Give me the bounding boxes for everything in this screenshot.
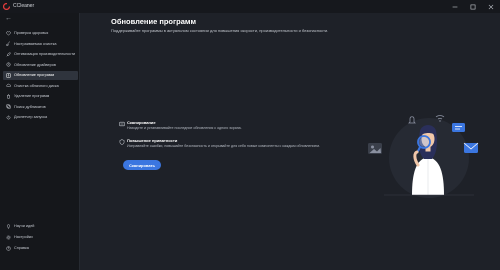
help-icon <box>6 246 11 251</box>
scan-button[interactable]: Сканировать <box>123 160 161 170</box>
sidebar: ← Проверка здоровья Настраиваемая очистк… <box>0 13 80 270</box>
lightbulb-icon <box>6 224 11 229</box>
illustration-woman-with-magnifier <box>368 115 479 198</box>
feature-description: Исправляйте ошибки, повышайте безопаснос… <box>127 144 320 148</box>
gear-icon <box>6 235 11 240</box>
feature-title: Сканирование <box>127 120 156 125</box>
sidebar-item-settings[interactable]: Настройки <box>3 233 78 242</box>
uninstall-icon <box>6 94 11 99</box>
cloud-icon <box>6 83 11 88</box>
app-logo-icon <box>3 3 10 10</box>
minimize-button[interactable] <box>446 0 464 13</box>
rocket-icon <box>6 52 11 57</box>
back-arrow-icon[interactable]: ← <box>5 15 12 22</box>
sidebar-item-performance[interactable]: Оптимизация производительности <box>3 50 78 59</box>
feature-title: Повышение приватности <box>127 138 178 143</box>
sidebar-item-label: Проверка здоровья <box>14 31 49 36</box>
sidebar-item-duplicate-finder[interactable]: Поиск дубликатов <box>3 103 78 112</box>
driver-icon <box>6 62 11 67</box>
maximize-icon <box>470 4 476 9</box>
shield-icon <box>119 139 125 145</box>
image-card-icon <box>368 143 382 154</box>
minimize-icon <box>452 6 458 7</box>
sidebar-item-software-updater[interactable]: Обновление программ <box>3 71 78 80</box>
sidebar-item-label: Диспетчер запуска <box>14 115 48 120</box>
sidebar-item-uninstall[interactable]: Удаление программ <box>3 92 78 101</box>
title-bar: CCleaner <box>0 0 500 13</box>
sidebar-item-ideas[interactable]: Научи идей <box>3 222 78 231</box>
sidebar-item-help[interactable]: Справка <box>3 244 78 253</box>
sidebar-item-label: Настраиваемая очистка <box>14 41 57 46</box>
close-icon <box>488 4 494 9</box>
feature-description: Находите и устанавливайте последние обно… <box>127 126 242 130</box>
sidebar-item-label: Удаление программ <box>14 94 50 99</box>
app-title: CCleaner <box>13 3 35 9</box>
scan-icon <box>119 121 125 127</box>
duplicate-icon <box>6 104 11 109</box>
main-content: Обновление программ Поддерживайте програ… <box>81 13 500 270</box>
page-title: Обновление программ <box>111 17 196 26</box>
sidebar-item-startup-manager[interactable]: Диспетчер запуска <box>3 113 78 122</box>
sidebar-item-driver-updater[interactable]: Обновление драйверов <box>3 61 78 70</box>
startup-icon <box>6 115 11 120</box>
update-icon <box>6 73 11 78</box>
sidebar-item-label: Обновление программ <box>14 73 55 78</box>
sidebar-item-label: Справка <box>14 246 29 251</box>
sidebar-item-label: Обновление драйверов <box>14 62 56 67</box>
close-button[interactable] <box>482 0 500 13</box>
sidebar-item-health-check[interactable]: Проверка здоровья <box>3 29 78 38</box>
sidebar-item-label: Научи идей <box>14 224 35 229</box>
sidebar-item-label: Очистка облачного диска <box>14 83 59 88</box>
heart-icon <box>6 31 11 36</box>
brush-icon <box>6 41 11 46</box>
sidebar-item-label: Поиск дубликатов <box>14 104 46 109</box>
sidebar-item-label: Настройки <box>14 235 33 240</box>
chat-bubble-icon <box>452 123 465 132</box>
page-description: Поддерживайте программы в актуальном сос… <box>111 28 329 33</box>
sidebar-item-custom-clean[interactable]: Настраиваемая очистка <box>3 40 78 49</box>
sidebar-item-cloud-clean[interactable]: Очистка облачного диска <box>3 82 78 91</box>
message-icon <box>463 142 479 153</box>
maximize-button[interactable] <box>464 0 482 13</box>
sidebar-item-label: Оптимизация производительности <box>14 52 76 57</box>
